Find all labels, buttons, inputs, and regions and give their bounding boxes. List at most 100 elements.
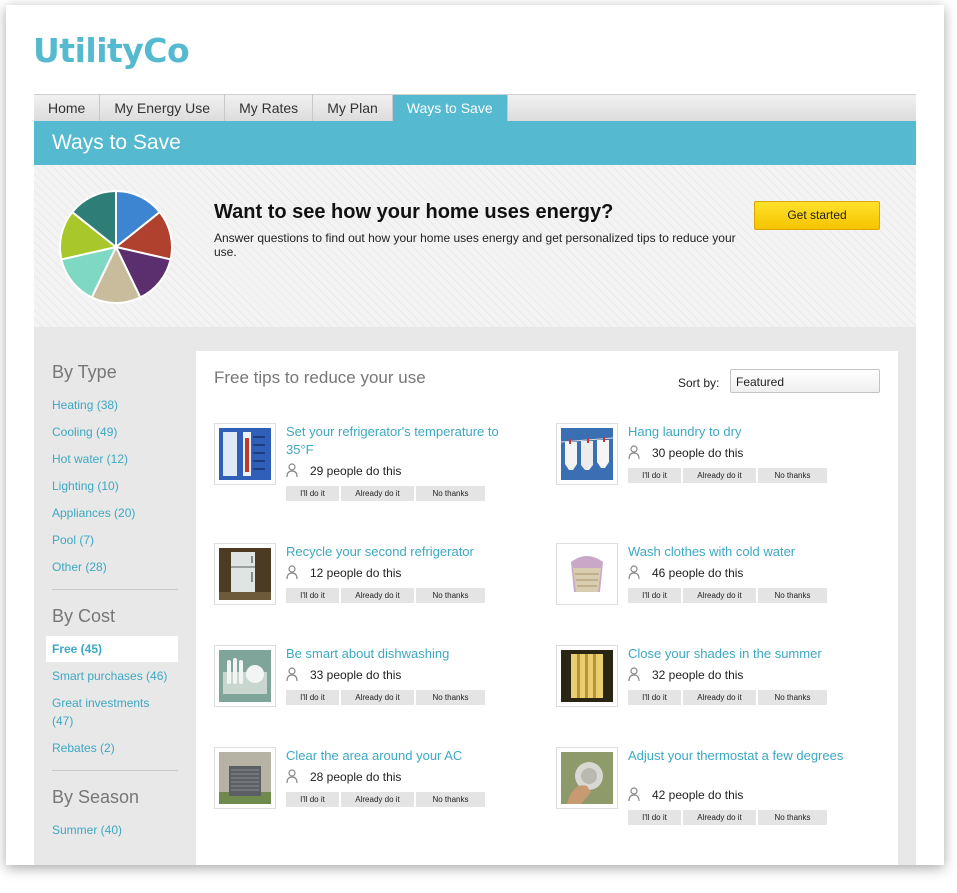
tip-actions: I'll do it Already do it No thanks	[628, 468, 829, 483]
thermometer-photo	[219, 428, 271, 480]
tip-title-link[interactable]: Clear the area around your AC	[286, 747, 512, 765]
ill-do-it-button[interactable]: I'll do it	[286, 588, 339, 603]
already-do-it-button[interactable]: Already do it	[683, 810, 756, 825]
sort-select[interactable]: Featured	[730, 369, 880, 393]
tip-thumbnail[interactable]	[214, 747, 276, 809]
tip-card: Recycle your second refrigerator 12 peopl…	[214, 543, 514, 623]
tab-ways-to-save[interactable]: Ways to Save	[392, 95, 508, 121]
tip-title-link[interactable]: Set your refrigerator's temperature to 3…	[286, 423, 512, 459]
filter-free[interactable]: Free (45)	[46, 636, 178, 662]
no-thanks-button[interactable]: No thanks	[758, 810, 827, 825]
ill-do-it-button[interactable]: I'll do it	[628, 810, 681, 825]
laundry-line-photo	[560, 428, 614, 480]
tip-thumbnail[interactable]	[556, 423, 618, 485]
participant-count-text: 29 people do this	[310, 463, 402, 478]
promo-headline: Want to see how your home uses energy?	[214, 201, 614, 223]
promo-description: Answer questions to find out how your ho…	[214, 231, 736, 259]
tip-thumbnail[interactable]	[556, 747, 618, 809]
filter-heading-type: By Type	[52, 362, 117, 382]
filter-heating[interactable]: Heating (38)	[52, 396, 182, 414]
filter-rebates[interactable]: Rebates (2)	[52, 739, 182, 757]
get-started-button[interactable]: Get started	[754, 201, 880, 230]
already-do-it-button[interactable]: Already do it	[341, 486, 414, 501]
tip-thumbnail[interactable]	[214, 543, 276, 605]
no-thanks-button[interactable]: No thanks	[758, 468, 827, 483]
filter-hot-water[interactable]: Hot water (12)	[52, 450, 182, 468]
person-icon	[286, 769, 298, 784]
tab-my-rates[interactable]: My Rates	[225, 95, 314, 121]
filter-lighting[interactable]: Lighting (10)	[52, 477, 182, 495]
tip-actions: I'll do it Already do it No thanks	[286, 588, 487, 603]
already-do-it-button[interactable]: Already do it	[341, 792, 414, 807]
tab-my-energy-use[interactable]: My Energy Use	[100, 95, 226, 121]
tip-actions: I'll do it Already do it No thanks	[286, 690, 487, 705]
already-do-it-button[interactable]: Already do it	[683, 588, 756, 603]
participant-count: 12 people do this	[286, 565, 401, 580]
already-do-it-button[interactable]: Already do it	[683, 468, 756, 483]
no-thanks-button[interactable]: No thanks	[416, 792, 485, 807]
tip-thumbnail[interactable]	[214, 645, 276, 707]
filter-appliances[interactable]: Appliances (20)	[52, 504, 182, 522]
ill-do-it-button[interactable]: I'll do it	[286, 690, 339, 705]
ill-do-it-button[interactable]: I'll do it	[628, 468, 681, 483]
filter-heading-season: By Season	[52, 787, 140, 807]
tip-thumbnail[interactable]	[556, 543, 618, 605]
tip-title-link[interactable]: Be smart about dishwashing	[286, 645, 512, 663]
participant-count: 28 people do this	[286, 769, 401, 784]
participant-count-text: 32 people do this	[652, 667, 744, 682]
filter-other[interactable]: Other (28)	[52, 558, 182, 576]
already-do-it-button[interactable]: Already do it	[341, 690, 414, 705]
ill-do-it-button[interactable]: I'll do it	[286, 792, 339, 807]
participant-count: 46 people do this	[628, 565, 743, 580]
app-window: UtilityCo Home My Energy Use My Rates My…	[6, 5, 944, 865]
tip-card: Hang laundry to dry 30 people do this I'll…	[556, 423, 856, 503]
tip-actions: I'll do it Already do it No thanks	[286, 486, 487, 501]
participant-count: 33 people do this	[286, 667, 401, 682]
no-thanks-button[interactable]: No thanks	[758, 690, 827, 705]
utilityco-logo[interactable]: UtilityCo	[33, 31, 190, 70]
dish-rack-photo	[219, 650, 271, 702]
person-icon	[628, 787, 640, 802]
sidebar-divider	[52, 770, 178, 771]
pie-chart-graphic	[59, 189, 173, 304]
tip-title-link[interactable]: Close your shades in the summer	[628, 645, 854, 663]
participant-count-text: 12 people do this	[310, 565, 402, 580]
tips-section: By Type Heating (38) Cooling (49) Hot wa…	[34, 327, 916, 865]
participant-count-text: 30 people do this	[652, 445, 744, 460]
already-do-it-button[interactable]: Already do it	[683, 690, 756, 705]
filter-summer[interactable]: Summer (40)	[52, 821, 182, 839]
no-thanks-button[interactable]: No thanks	[416, 690, 485, 705]
no-thanks-button[interactable]: No thanks	[416, 588, 485, 603]
tip-actions: I'll do it Already do it No thanks	[628, 588, 829, 603]
tip-title-link[interactable]: Recycle your second refrigerator	[286, 543, 512, 561]
ill-do-it-button[interactable]: I'll do it	[628, 690, 681, 705]
tip-title-link[interactable]: Wash clothes with cold water	[628, 543, 854, 561]
person-icon	[286, 463, 298, 478]
participant-count: 32 people do this	[628, 667, 743, 682]
no-thanks-button[interactable]: No thanks	[416, 486, 485, 501]
already-do-it-button[interactable]: Already do it	[341, 588, 414, 603]
tip-title-link[interactable]: Hang laundry to dry	[628, 423, 854, 441]
tip-thumbnail[interactable]	[214, 423, 276, 485]
no-thanks-button[interactable]: No thanks	[758, 588, 827, 603]
main-nav: Home My Energy Use My Rates My Plan Ways…	[34, 94, 916, 121]
window-shades-photo	[561, 650, 613, 702]
tip-thumbnail[interactable]	[556, 645, 618, 707]
tab-home[interactable]: Home	[34, 95, 101, 121]
filter-cooling[interactable]: Cooling (49)	[52, 423, 182, 441]
tip-title-link[interactable]: Adjust your thermostat a few degrees	[628, 747, 854, 765]
participant-count-text: 46 people do this	[652, 565, 744, 580]
participant-count: 29 people do this	[286, 463, 401, 478]
tab-my-plan[interactable]: My Plan	[313, 95, 393, 121]
filter-pool[interactable]: Pool (7)	[52, 531, 182, 549]
filter-smart-purchases[interactable]: Smart purchases (46)	[52, 667, 182, 685]
participant-count-text: 42 people do this	[652, 787, 744, 802]
participant-count-text: 28 people do this	[310, 769, 402, 784]
filter-great-investments[interactable]: Great investments (47)	[52, 694, 172, 730]
ill-do-it-button[interactable]: I'll do it	[286, 486, 339, 501]
tip-card: Wash clothes with cold water 46 people do…	[556, 543, 856, 623]
ill-do-it-button[interactable]: I'll do it	[628, 588, 681, 603]
ac-unit-photo	[219, 752, 271, 804]
person-icon	[628, 445, 640, 460]
tip-card: Adjust your thermostat a few degrees 42 p…	[556, 747, 856, 827]
